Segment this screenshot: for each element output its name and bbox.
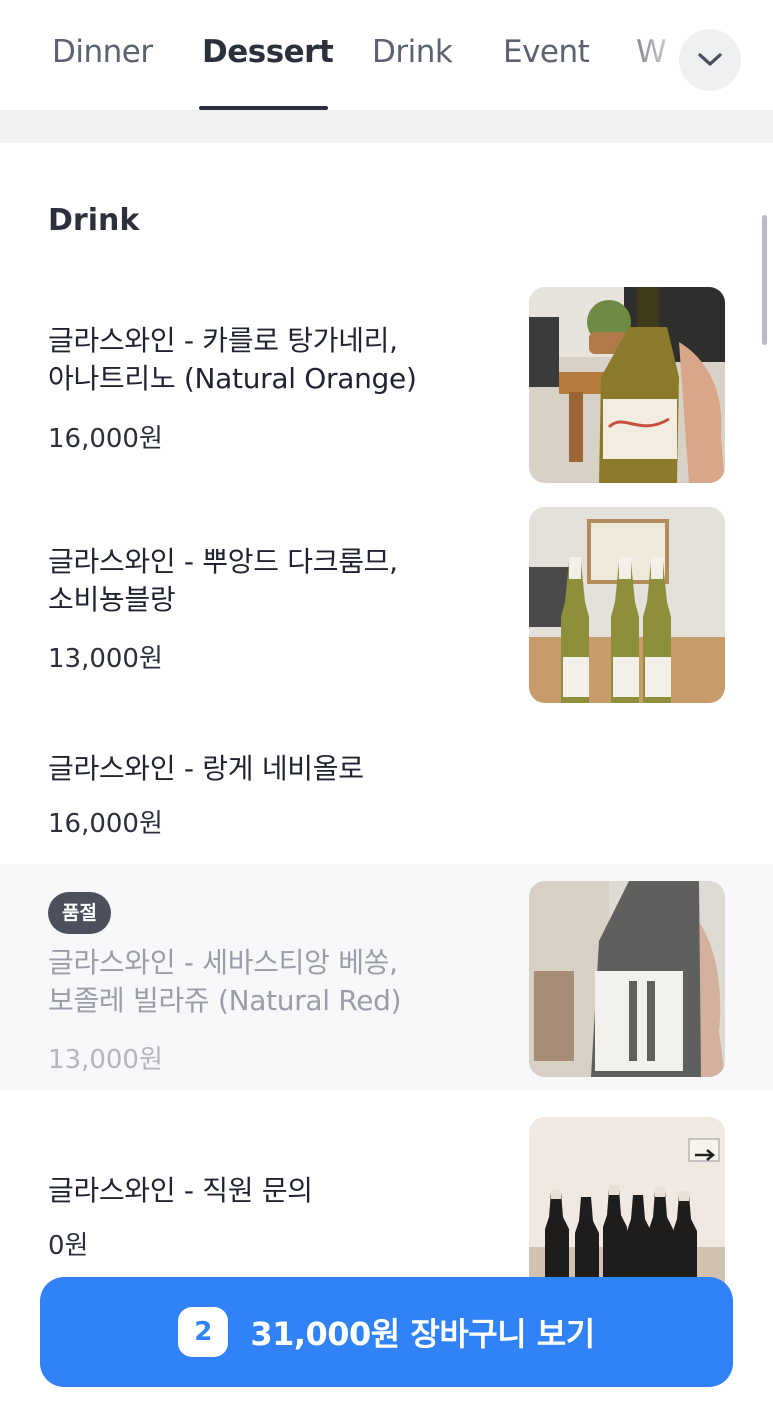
tab-dinner[interactable]: Dinner xyxy=(52,34,153,70)
item-name-line: 소비뇽블랑 xyxy=(48,583,176,616)
tab-drink[interactable]: Drink xyxy=(372,34,453,70)
item-name: 글라스와인 - 뿌앙드 다크룸므, 소비뇽블랑 xyxy=(48,543,398,619)
section-title: Drink xyxy=(48,203,140,238)
item-photo xyxy=(529,287,725,483)
item-name: 글라스와인 - 직원 문의 xyxy=(48,1172,313,1210)
section-divider xyxy=(0,111,773,143)
view-cart-button[interactable]: 2 31,000원 장바구니 보기 xyxy=(40,1277,733,1387)
item-price: 13,000원 xyxy=(48,644,163,674)
scrollbar[interactable] xyxy=(762,215,767,345)
item-price: 0원 xyxy=(48,1231,89,1261)
tab-event[interactable]: Event xyxy=(503,34,590,70)
item-price: 16,000원 xyxy=(48,809,163,839)
item-price: 13,000원 xyxy=(48,1045,163,1075)
item-name: 글라스와인 - 카를로 탕가네리, 아나트리노 (Natural Orange) xyxy=(48,322,417,398)
chevron-down-icon xyxy=(698,53,722,66)
category-tab-bar: Dinner Dessert Drink Event W xyxy=(0,0,773,111)
item-name-line: 글라스와인 - 랑게 네비올로 xyxy=(48,752,364,785)
menu-item-soldout[interactable]: 품절 글라스와인 - 세바스티앙 베쏭, 보졸레 빌라쥬 (Natural Re… xyxy=(0,864,773,1090)
item-name-line: 보졸레 빌라쥬 (Natural Red) xyxy=(48,984,402,1017)
expand-tabs-button[interactable] xyxy=(679,29,741,91)
item-price: 16,000원 xyxy=(48,424,163,454)
item-name-line: 글라스와인 - 직원 문의 xyxy=(48,1174,313,1207)
tab-dessert[interactable]: Dessert xyxy=(202,34,334,70)
item-name-line: 글라스와인 - 세바스티앙 베쏭, xyxy=(48,946,398,979)
cart-count-badge: 2 xyxy=(178,1307,229,1357)
item-name-line: 아나트리노 (Natural Orange) xyxy=(48,362,417,395)
item-photo xyxy=(529,881,725,1077)
item-photo xyxy=(529,507,725,703)
cart-button-label: 31,000원 장바구니 보기 xyxy=(250,1315,595,1353)
active-tab-indicator xyxy=(199,106,328,110)
item-name: 글라스와인 - 랑게 네비올로 xyxy=(48,750,364,788)
item-name-line: 글라스와인 - 카를로 탕가네리, xyxy=(48,324,398,357)
soldout-badge: 품절 xyxy=(48,892,111,934)
item-name-line: 글라스와인 - 뿌앙드 다크룸므, xyxy=(48,545,398,578)
item-name: 글라스와인 - 세바스티앙 베쏭, 보졸레 빌라쥬 (Natural Red) xyxy=(48,944,402,1020)
